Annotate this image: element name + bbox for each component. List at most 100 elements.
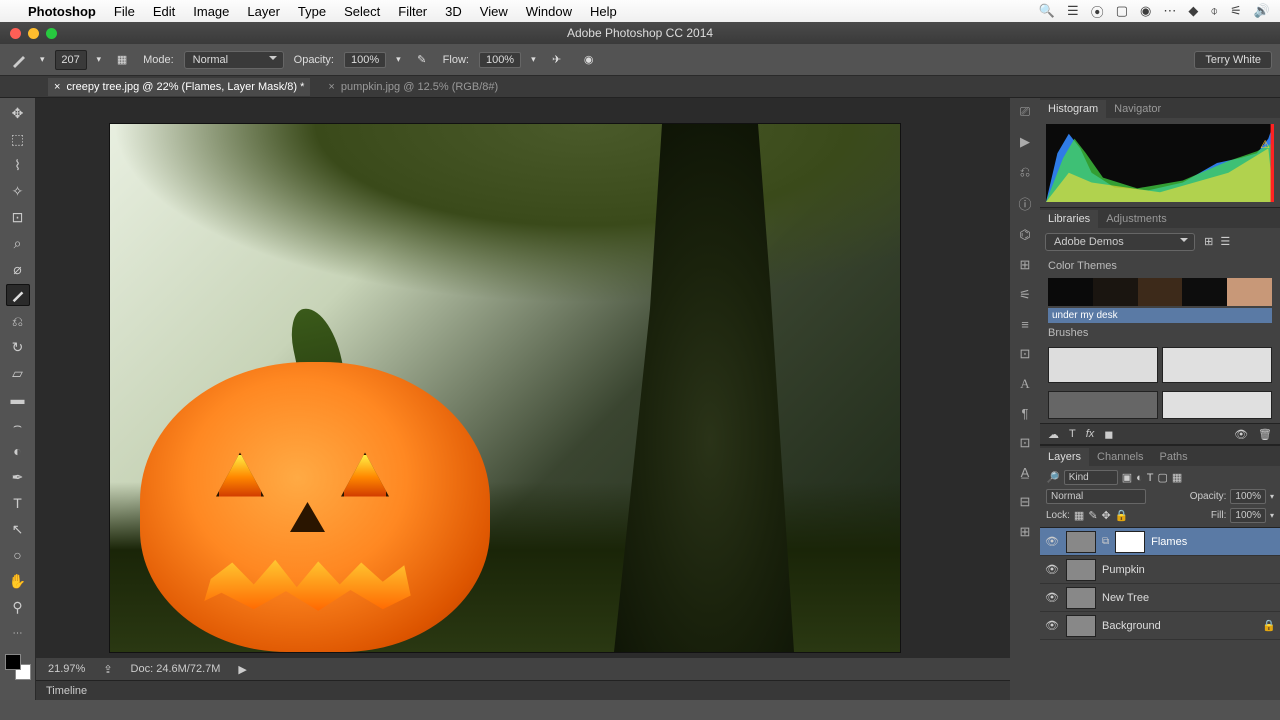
- warning-icon[interactable]: ⚠: [1260, 138, 1270, 151]
- document-canvas[interactable]: [110, 124, 900, 652]
- layer-opacity-input[interactable]: 100%: [1230, 489, 1266, 504]
- chevron-down-icon[interactable]: ▾: [396, 54, 401, 65]
- grid-view-icon[interactable]: ⊞: [1204, 236, 1213, 248]
- panel-icon[interactable]: A̲: [1021, 465, 1030, 480]
- trash-icon[interactable]: 🗑: [1258, 428, 1272, 441]
- zoom-tool-icon[interactable]: ⚲: [6, 596, 30, 618]
- panel-icon[interactable]: ⎌: [1020, 164, 1030, 180]
- visibility-toggle-icon[interactable]: 👁: [1044, 619, 1060, 632]
- panel-icon[interactable]: ⊡: [1020, 346, 1031, 362]
- minimize-window-button[interactable]: [28, 28, 39, 39]
- play-icon[interactable]: ▶: [238, 663, 246, 676]
- brush-panel-icon[interactable]: ▦: [111, 49, 133, 71]
- color-theme-swatch[interactable]: [1048, 278, 1272, 306]
- chevron-down-icon[interactable]: ▾: [40, 54, 45, 65]
- brush-size-input[interactable]: 207: [55, 50, 87, 70]
- visibility-toggle-icon[interactable]: 👁: [1044, 591, 1060, 604]
- panel-icon[interactable]: ¶: [1022, 406, 1029, 421]
- gradient-tool-icon[interactable]: ▬: [6, 388, 30, 410]
- user-dropdown[interactable]: Terry White: [1194, 51, 1272, 69]
- pressure-opacity-icon[interactable]: ✎: [411, 49, 433, 71]
- menu-filter[interactable]: Filter: [398, 4, 427, 19]
- close-tab-icon[interactable]: ×: [328, 81, 334, 93]
- layer-row[interactable]: 👁 New Tree: [1040, 584, 1280, 612]
- blur-tool-icon[interactable]: ⌢: [6, 414, 30, 436]
- theme-color-swatch[interactable]: [1138, 278, 1183, 306]
- filter-kind-dropdown[interactable]: Kind: [1064, 470, 1118, 485]
- blend-mode-dropdown[interactable]: Normal: [184, 51, 284, 69]
- menu-type[interactable]: Type: [298, 4, 326, 19]
- marquee-tool-icon[interactable]: ⬚: [6, 128, 30, 150]
- menu-window[interactable]: Window: [526, 4, 572, 19]
- theme-color-swatch[interactable]: [1182, 278, 1227, 306]
- brush-preset[interactable]: [1048, 347, 1158, 383]
- type-tool-icon[interactable]: T: [6, 492, 30, 514]
- theme-name[interactable]: under my desk: [1048, 308, 1272, 323]
- theme-color-swatch[interactable]: [1048, 278, 1093, 306]
- menu-select[interactable]: Select: [344, 4, 380, 19]
- heal-tool-icon[interactable]: ⌀: [6, 258, 30, 280]
- chevron-down-icon[interactable]: ▾: [97, 54, 102, 65]
- layer-fill-input[interactable]: 100%: [1230, 508, 1266, 523]
- panel-icon[interactable]: ⊞: [1020, 524, 1031, 540]
- filter-icon[interactable]: 🔎: [1046, 471, 1060, 484]
- text-icon[interactable]: T: [1069, 428, 1076, 440]
- bluetooth-icon[interactable]: ⌽: [1210, 3, 1218, 19]
- menu-image[interactable]: Image: [193, 4, 229, 19]
- fill-icon[interactable]: ◼: [1104, 428, 1113, 441]
- menu-3d[interactable]: 3D: [445, 4, 462, 19]
- list-view-icon[interactable]: ☰: [1220, 236, 1230, 248]
- fx-icon[interactable]: fx: [1086, 428, 1095, 440]
- brush-preset[interactable]: [1162, 347, 1272, 383]
- history-brush-icon[interactable]: ↻: [6, 336, 30, 358]
- panel-icon[interactable]: ⊡: [1020, 435, 1031, 451]
- eraser-tool-icon[interactable]: ▱: [6, 362, 30, 384]
- layer-row[interactable]: 👁Pumpkin: [1040, 556, 1280, 584]
- libraries-tab[interactable]: Libraries: [1040, 210, 1098, 228]
- list-icon[interactable]: ☰: [1067, 3, 1079, 19]
- close-window-button[interactable]: [10, 28, 21, 39]
- visibility-toggle-icon[interactable]: 👁: [1044, 563, 1060, 576]
- volume-icon[interactable]: 🔊: [1254, 3, 1270, 19]
- share-icon[interactable]: ⇪: [103, 663, 112, 676]
- layer-mask-thumb[interactable]: [1115, 531, 1145, 553]
- lock-all-icon[interactable]: 🔒: [1115, 509, 1129, 522]
- opacity-input[interactable]: 100%: [344, 52, 386, 68]
- panel-icon[interactable]: ⌬: [1019, 227, 1030, 243]
- panel-icon[interactable]: A: [1020, 376, 1029, 392]
- histogram-tab[interactable]: Histogram: [1040, 100, 1106, 118]
- layer-row[interactable]: 👁 ⧉ Flames: [1040, 528, 1280, 556]
- layer-name[interactable]: New Tree: [1102, 592, 1149, 604]
- filter-smart-icon[interactable]: ▦: [1172, 471, 1182, 484]
- layer-name[interactable]: Flames: [1151, 536, 1187, 548]
- layer-row[interactable]: 👁Background🔒: [1040, 612, 1280, 640]
- fg-color-swatch[interactable]: [5, 654, 21, 670]
- menu-layer[interactable]: Layer: [247, 4, 280, 19]
- brush-tool-indicator-icon[interactable]: [8, 49, 30, 71]
- cloud-icon[interactable]: ☁: [1048, 428, 1059, 441]
- lasso-tool-icon[interactable]: ⌇: [6, 154, 30, 176]
- notification-icon[interactable]: ◉: [1140, 3, 1151, 19]
- layer-thumb[interactable]: [1066, 559, 1096, 581]
- layers-tab[interactable]: Layers: [1040, 448, 1089, 466]
- theme-color-swatch[interactable]: [1227, 278, 1272, 306]
- visibility-icon[interactable]: 👁: [1234, 428, 1248, 441]
- airbrush-icon[interactable]: ✈: [546, 49, 568, 71]
- dodge-tool-icon[interactable]: ◐: [6, 440, 30, 462]
- more-tools-icon[interactable]: ⋯: [6, 622, 30, 644]
- brush-preset[interactable]: [1048, 391, 1158, 419]
- link-icon[interactable]: ⧉: [1102, 536, 1109, 547]
- layer-thumb[interactable]: [1066, 531, 1096, 553]
- tab-creepy-tree[interactable]: × creepy tree.jpg @ 22% (Flames, Layer M…: [48, 78, 310, 96]
- layer-thumb[interactable]: [1066, 587, 1096, 609]
- panel-icon[interactable]: ⊞: [1020, 257, 1031, 273]
- lock-move-icon[interactable]: ✥: [1102, 509, 1111, 522]
- visibility-toggle-icon[interactable]: 👁: [1044, 535, 1060, 548]
- filter-pixel-icon[interactable]: ▣: [1122, 471, 1132, 484]
- filter-shape-icon[interactable]: ▢: [1158, 471, 1168, 484]
- wifi-icon[interactable]: ⚟: [1230, 3, 1242, 19]
- channels-tab[interactable]: Channels: [1089, 448, 1151, 466]
- lock-paint-icon[interactable]: ✎: [1088, 509, 1097, 522]
- chevron-down-icon[interactable]: ▾: [1270, 492, 1274, 501]
- crop-tool-icon[interactable]: ⊡: [6, 206, 30, 228]
